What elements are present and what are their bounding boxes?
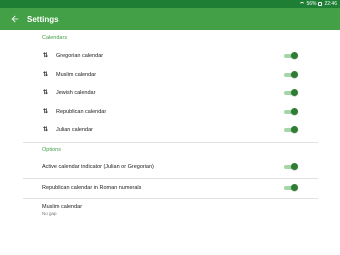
section-divider [23,142,318,143]
settings-screen: 56% 22:46 Settings Calendars ⇅ Gregorian… [0,0,340,255]
toggle-thumb [291,89,298,96]
wifi-icon [300,2,305,6]
app-bar: Settings [0,8,340,30]
swap-vertical-icon[interactable]: ⇅ [43,53,49,60]
calendar-row-muslim[interactable]: ⇅ Muslim calendar [0,66,340,84]
swap-vertical-icon[interactable]: ⇅ [43,127,49,134]
section-header-options: Options [42,147,61,153]
option-row-active-indicator[interactable]: Active calendar indicator (Julian or Gre… [0,158,340,176]
toggle-thumb [291,71,298,78]
calendar-toggle[interactable] [284,126,298,134]
swap-vertical-icon[interactable]: ⇅ [43,109,49,116]
calendar-label: Gregorian calendar [56,53,104,59]
toggle-thumb [291,108,298,115]
option-toggle[interactable] [284,184,298,192]
option-label: Active calendar indicator (Julian or Gre… [42,164,154,170]
option-label: Republican calendar in Roman numerals [42,185,142,191]
battery-icon [318,2,323,6]
arrow-back-icon[interactable] [9,13,21,25]
toggle-thumb [291,126,298,133]
calendar-label: Jewish calendar [56,90,96,96]
toggle-thumb [291,163,298,170]
calendar-toggle[interactable] [284,71,298,79]
battery-percent: 56% [306,1,317,7]
calendar-label: Muslim calendar [56,72,97,78]
calendar-label: Julian calendar [56,127,93,133]
calendar-label: Republican calendar [56,109,107,115]
option-toggle[interactable] [284,163,298,171]
calendar-row-julian[interactable]: ⇅ Julian calendar [0,121,340,139]
calendar-row-jewish[interactable]: ⇅ Jewish calendar [0,84,340,102]
calendar-toggle[interactable] [284,52,298,60]
section-header-calendars: Calendars [42,35,68,41]
option-row-roman-numerals[interactable]: Republican calendar in Roman numerals [0,179,340,197]
option-label: Muslim calendar [42,204,83,210]
swap-vertical-icon[interactable]: ⇅ [43,72,49,79]
calendar-row-gregorian[interactable]: ⇅ Gregorian calendar [0,47,340,65]
calendar-row-republican[interactable]: ⇅ Republican calendar [0,103,340,121]
swap-vertical-icon[interactable]: ⇅ [43,90,49,97]
option-sublabel: No gap [42,211,57,216]
calendar-toggle[interactable] [284,89,298,97]
status-bar: 56% 22:46 [0,0,340,8]
calendar-toggle[interactable] [284,108,298,116]
clock: 22:46 [324,1,337,7]
option-row-muslim-calendar[interactable]: Muslim calendar No gap [0,200,340,222]
row-divider [23,198,318,199]
page-title: Settings [27,14,59,24]
toggle-thumb [291,52,298,59]
toggle-thumb [291,184,298,191]
arrow-back-icon-svg [11,15,19,23]
